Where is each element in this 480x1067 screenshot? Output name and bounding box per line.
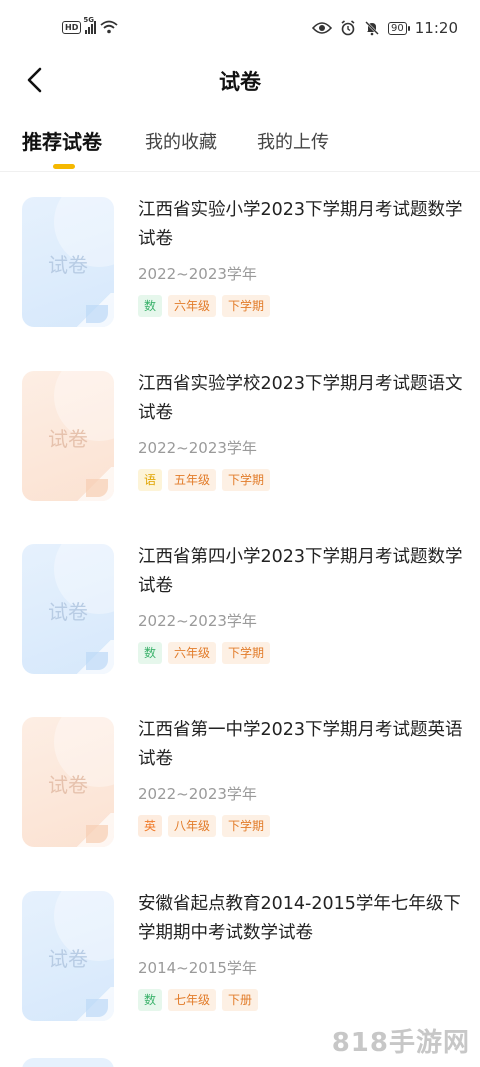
grade-tag: 六年级 bbox=[168, 295, 217, 317]
paper-year: 2022~2023学年 bbox=[138, 612, 257, 630]
paper-year: 2022~2023学年 bbox=[138, 265, 257, 283]
thumbnail-label: 试卷 bbox=[48, 253, 88, 277]
paper-info: 江西省第四小学2023下学期月考试题数学试卷 2022~2023学年 数 六年级… bbox=[138, 543, 463, 664]
paper-title: 江西省实验小学2023下学期月考试题数学试卷 bbox=[138, 200, 463, 249]
grade-tag: 五年级 bbox=[168, 469, 217, 491]
term-tag: 下学期 bbox=[222, 469, 271, 491]
signal-icon: 5G bbox=[83, 16, 97, 34]
status-bar: HD 5G 90 11:20 bbox=[0, 0, 480, 60]
paper-thumbnail: 试卷 bbox=[22, 717, 114, 847]
watermark: 818手游网 bbox=[331, 1028, 470, 1058]
eye-icon bbox=[312, 22, 333, 34]
paper-year: 2022~2023学年 bbox=[138, 439, 257, 457]
grade-tag: 六年级 bbox=[168, 642, 217, 664]
nav-bar: 试卷 bbox=[0, 58, 480, 102]
grade-tag: 八年级 bbox=[168, 815, 217, 837]
list-item[interactable]: 试卷 江西省第一中学2023下学期月考试题英语试卷 2022~2023学年 英 … bbox=[0, 692, 480, 866]
subject-tag: 语 bbox=[138, 469, 163, 491]
tab-recommended[interactable]: 推荐试卷 bbox=[22, 126, 102, 155]
thumbnail-label: 试卷 bbox=[48, 947, 88, 971]
paper-tags: 数 六年级 下学期 bbox=[138, 295, 463, 317]
page-title: 试卷 bbox=[219, 70, 261, 94]
subject-tag: 数 bbox=[138, 642, 163, 664]
list-item[interactable]: 试卷 江西省实验学校2023下学期月考试题语文试卷 2022~2023学年 语 … bbox=[0, 346, 480, 520]
next-item-thumbnail-peek bbox=[22, 1058, 114, 1067]
paper-year: 2022~2023学年 bbox=[138, 785, 257, 803]
paper-title: 江西省实验学校2023下学期月考试题语文试卷 bbox=[138, 374, 463, 423]
paper-tags: 数 六年级 下学期 bbox=[138, 642, 463, 664]
list-item[interactable]: 试卷 安徽省起点教育2014-2015学年七年级下学期期中考试数学试卷 2014… bbox=[0, 866, 480, 1040]
battery-icon: 90 bbox=[388, 21, 410, 35]
paper-thumbnail: 试卷 bbox=[22, 197, 114, 327]
paper-info: 江西省实验学校2023下学期月考试题语文试卷 2022~2023学年 语 五年级… bbox=[138, 370, 463, 491]
alarm-icon bbox=[341, 20, 355, 36]
mute-bell-icon bbox=[365, 21, 379, 36]
thumbnail-label: 试卷 bbox=[48, 427, 88, 451]
active-tab-indicator bbox=[53, 164, 75, 169]
term-tag: 下学期 bbox=[222, 295, 271, 317]
tab-favorites[interactable]: 我的收藏 bbox=[145, 128, 217, 154]
paper-info: 江西省实验小学2023下学期月考试题数学试卷 2022~2023学年 数 六年级… bbox=[138, 196, 463, 317]
tab-bar: 推荐试卷 我的收藏 我的上传 bbox=[0, 124, 480, 172]
term-tag: 下学期 bbox=[222, 815, 271, 837]
list-item[interactable]: 试卷 江西省实验小学2023下学期月考试题数学试卷 2022~2023学年 数 … bbox=[0, 172, 480, 346]
paper-thumbnail: 试卷 bbox=[22, 371, 114, 501]
wifi-icon bbox=[100, 20, 118, 34]
subject-tag: 英 bbox=[138, 815, 163, 837]
paper-info: 安徽省起点教育2014-2015学年七年级下学期期中考试数学试卷 2014~20… bbox=[138, 890, 463, 1011]
clock: 11:20 bbox=[414, 19, 458, 37]
status-left: HD 5G bbox=[62, 16, 118, 34]
paper-info: 江西省第一中学2023下学期月考试题英语试卷 2022~2023学年 英 八年级… bbox=[138, 716, 463, 837]
paper-title: 江西省第四小学2023下学期月考试题数学试卷 bbox=[138, 547, 463, 596]
paper-title: 安徽省起点教育2014-2015学年七年级下学期期中考试数学试卷 bbox=[138, 894, 461, 943]
paper-title: 江西省第一中学2023下学期月考试题英语试卷 bbox=[138, 720, 463, 769]
term-tag: 下学期 bbox=[222, 642, 271, 664]
list-item[interactable]: 试卷 江西省第四小学2023下学期月考试题数学试卷 2022~2023学年 数 … bbox=[0, 519, 480, 693]
paper-thumbnail: 试卷 bbox=[22, 891, 114, 1021]
paper-thumbnail: 试卷 bbox=[22, 544, 114, 674]
paper-tags: 语 五年级 下学期 bbox=[138, 469, 463, 491]
paper-tags: 英 八年级 下学期 bbox=[138, 815, 463, 837]
thumbnail-label: 试卷 bbox=[48, 773, 88, 797]
status-right: 90 11:20 bbox=[312, 19, 458, 37]
tab-uploads[interactable]: 我的上传 bbox=[257, 128, 329, 154]
paper-year: 2014~2015学年 bbox=[138, 959, 257, 977]
thumbnail-label: 试卷 bbox=[48, 600, 88, 624]
paper-tags: 数 七年级 下册 bbox=[138, 989, 463, 1011]
term-tag: 下册 bbox=[222, 989, 259, 1011]
subject-tag: 数 bbox=[138, 295, 163, 317]
subject-tag: 数 bbox=[138, 989, 163, 1011]
hd-icon: HD bbox=[62, 20, 82, 34]
grade-tag: 七年级 bbox=[168, 989, 217, 1011]
